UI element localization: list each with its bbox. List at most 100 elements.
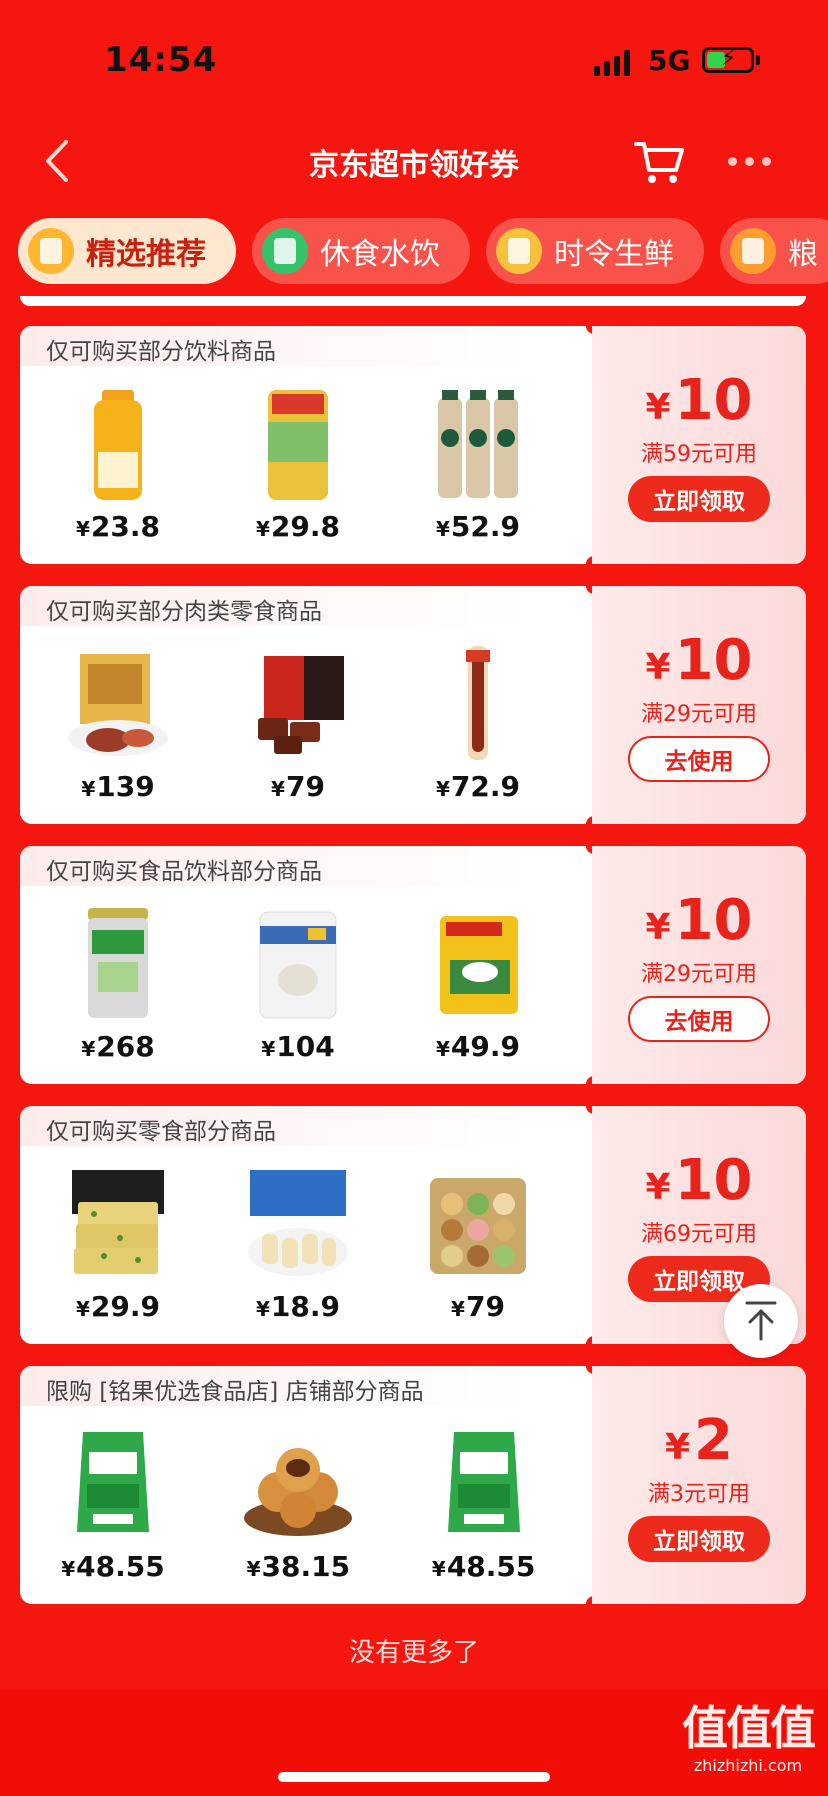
- tab-featured[interactable]: 精选推荐: [18, 218, 236, 284]
- coupon-value-panel: ¥10 满29元可用 去使用: [592, 846, 806, 1084]
- more-button[interactable]: [728, 146, 776, 176]
- coupon-amount: ¥10: [645, 1148, 753, 1213]
- lemon-tea-can-image: [238, 382, 358, 502]
- claim-button[interactable]: 立即领取: [628, 476, 770, 522]
- snack-drink-icon: [262, 228, 308, 274]
- coupon-amount: ¥10: [645, 888, 753, 953]
- product-item[interactable]: ¥268: [48, 902, 188, 1072]
- arrow-up-icon: [745, 1301, 777, 1341]
- cart-icon: [634, 142, 684, 183]
- product-price: 18.9: [270, 1290, 340, 1323]
- product-item[interactable]: ¥49.9: [408, 902, 548, 1072]
- cart-button[interactable]: [632, 136, 688, 188]
- product-item[interactable]: ¥29.9: [48, 1162, 188, 1332]
- tab-grain[interactable]: 粮: [720, 218, 828, 284]
- product-price: 38.15: [261, 1550, 351, 1583]
- prawn-crackers-image: [238, 1162, 358, 1282]
- product-item[interactable]: ¥79: [408, 1162, 548, 1332]
- use-button[interactable]: 去使用: [628, 736, 770, 782]
- product-price: 49.9: [450, 1030, 520, 1063]
- product-price: 23.8: [90, 510, 160, 543]
- coupon-amount: ¥2: [664, 1408, 734, 1473]
- coupon-products-area: 仅可购买食品饮料部分商品 ¥268 ¥104 ¥49.9: [20, 846, 590, 1084]
- product-price: 29.9: [90, 1290, 160, 1323]
- coupon-card: 仅可购买零食部分商品 ¥29.9 ¥18.9 ¥79 ¥10 满69元可用 立即…: [20, 1106, 806, 1344]
- coupon-condition: 仅可购买部分肉类零食商品: [46, 599, 322, 625]
- product-item[interactable]: ¥104: [228, 902, 368, 1072]
- cookies-tin-image: [418, 1162, 538, 1282]
- product-list: ¥23.8 ¥29.8 ¥52.9: [48, 382, 568, 552]
- coupon-value-panel: ¥2 满3元可用 立即领取: [592, 1366, 806, 1604]
- product-item[interactable]: ¥139: [48, 642, 188, 812]
- coupon-value-panel: ¥10 满59元可用 立即领取: [592, 326, 806, 564]
- product-price: 268: [96, 1030, 155, 1063]
- durian-icon: [496, 228, 542, 274]
- coupon-condition: 仅可购买食品饮料部分商品: [46, 859, 322, 885]
- tab-label: 休食水饮: [320, 237, 440, 272]
- battery-icon: ⚡: [702, 46, 754, 73]
- coupon-amount: ¥10: [645, 628, 753, 693]
- yogurt-pouch-image: [53, 1422, 173, 1542]
- coupon-amount: ¥10: [645, 368, 753, 433]
- use-button[interactable]: 去使用: [628, 996, 770, 1042]
- coupon-threshold: 满29元可用: [641, 702, 757, 727]
- watermark-url: zhizhizhi.com: [693, 1756, 803, 1775]
- meat-gift-box-image: [58, 642, 178, 762]
- beef-jerky-image: [238, 642, 358, 762]
- coupon-condition: 仅可购买零食部分商品: [46, 1119, 276, 1145]
- product-price: 139: [96, 770, 155, 803]
- coffee-bottles-image: [418, 382, 538, 502]
- coupon-products-area: 限购 [铭果优选食品店] 店铺部分商品 ¥48.55 ¥38.15 ¥48.55: [20, 1366, 590, 1604]
- coupon-threshold: 满29元可用: [641, 962, 757, 987]
- claim-button[interactable]: 立即领取: [628, 1516, 770, 1562]
- product-item[interactable]: ¥38.15: [223, 1422, 372, 1592]
- home-indicator: [278, 1772, 550, 1782]
- tab-label: 时令生鲜: [554, 237, 674, 272]
- product-list: ¥29.9 ¥18.9 ¥79: [48, 1162, 568, 1332]
- status-time: 14:54: [104, 40, 218, 80]
- walnut-pastry-image: [238, 1422, 358, 1542]
- more-dot: [728, 156, 737, 166]
- signal-icon: [594, 48, 630, 76]
- product-item[interactable]: ¥52.9: [408, 382, 548, 552]
- scroll-to-top-button[interactable]: [724, 1284, 798, 1358]
- product-price: 48.55: [446, 1550, 536, 1583]
- coupon-condition: 仅可购买部分饮料商品: [46, 339, 276, 365]
- tab-label: 精选推荐: [86, 237, 206, 272]
- status-bar: 14:54 5G ⚡: [0, 0, 828, 120]
- previous-card-edge: [20, 296, 806, 306]
- coupon-condition: 限购 [铭果优选食品店] 店铺部分商品: [46, 1379, 424, 1405]
- product-price: 79: [465, 1290, 505, 1323]
- product-item[interactable]: ¥48.55: [38, 1422, 187, 1592]
- category-tabs: 精选推荐 休食水饮 时令生鲜 粮: [18, 218, 828, 284]
- coupon-threshold: 满69元可用: [641, 1222, 757, 1247]
- coupon-products-area: 仅可购买部分饮料商品 ¥23.8 ¥29.8 ¥52.9: [20, 326, 590, 564]
- coupon-card: 限购 [铭果优选食品店] 店铺部分商品 ¥48.55 ¥38.15 ¥48.55: [20, 1366, 806, 1604]
- tab-label: 粮: [788, 237, 818, 272]
- no-more-text: 没有更多了: [348, 1638, 479, 1668]
- coupon-products-area: 仅可购买部分肉类零食商品 ¥139 ¥79 ¥72.9: [20, 586, 590, 824]
- watermark-logo: 值值值: [682, 1701, 816, 1755]
- tab-seasonal-fresh[interactable]: 时令生鲜: [486, 218, 704, 284]
- product-item[interactable]: ¥18.9: [228, 1162, 368, 1332]
- product-item[interactable]: ¥23.8: [48, 382, 188, 552]
- product-list: ¥268 ¥104 ¥49.9: [48, 902, 568, 1072]
- product-item[interactable]: ¥29.8: [228, 382, 368, 552]
- coupon-card: 仅可购买部分饮料商品 ¥23.8 ¥29.8 ¥52.9 ¥10 满59元可用 …: [20, 326, 806, 564]
- tab-snacks-drinks[interactable]: 休食水饮: [252, 218, 470, 284]
- more-dot: [762, 156, 771, 166]
- more-dot: [745, 156, 754, 166]
- coupon-value-panel: ¥10 满29元可用 去使用: [592, 586, 806, 824]
- milk-powder-can-image: [58, 902, 178, 1022]
- grain-icon: [730, 228, 776, 274]
- product-price: 29.8: [270, 510, 340, 543]
- coupon-card: 仅可购买食品饮料部分商品 ¥268 ¥104 ¥49.9 ¥10 满29元可用 …: [20, 846, 806, 1084]
- product-item[interactable]: ¥79: [228, 642, 368, 812]
- coupon-threshold: 满3元可用: [648, 1482, 750, 1507]
- product-item[interactable]: ¥48.55: [409, 1422, 558, 1592]
- product-price: 52.9: [450, 510, 520, 543]
- coupon-products-area: 仅可购买零食部分商品 ¥29.9 ¥18.9 ¥79: [20, 1106, 590, 1344]
- sausage-image: [418, 642, 538, 762]
- yogurt-pouch-image: [424, 1422, 544, 1542]
- product-item[interactable]: ¥72.9: [408, 642, 548, 812]
